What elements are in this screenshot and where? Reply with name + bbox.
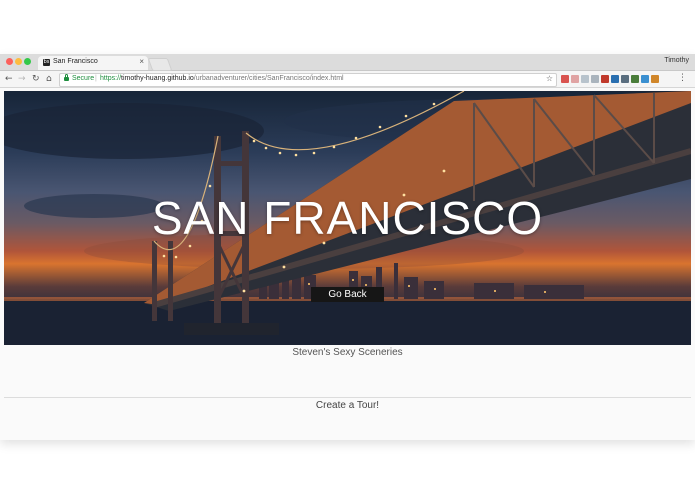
- forward-arrow-icon[interactable]: →: [18, 73, 26, 85]
- extension-5-icon[interactable]: [601, 75, 609, 83]
- tab-san-francisco[interactable]: bs San Francisco ×: [38, 56, 148, 70]
- extension-1-icon[interactable]: [561, 75, 569, 83]
- close-tab-icon[interactable]: ×: [139, 57, 144, 66]
- page-subtitle: Steven's Sexy Sceneries: [292, 347, 403, 358]
- tab-bar: bs San Francisco × Timothy: [0, 54, 695, 71]
- address-separator: |: [95, 75, 97, 82]
- back-arrow-icon[interactable]: ←: [5, 73, 13, 85]
- security-label: Secure: [72, 75, 95, 82]
- hero-banner: SAN FRANCISCO Go Back: [4, 91, 691, 345]
- address-bar[interactable]: Secure | https://timothy-huang.github.io…: [59, 73, 557, 87]
- tab-title: San Francisco: [53, 58, 98, 65]
- city-title: SAN FRANCISCO: [151, 192, 544, 244]
- extension-8-icon[interactable]: [631, 75, 639, 83]
- extension-3-icon[interactable]: [581, 75, 589, 83]
- create-tour-link[interactable]: Create a Tour!: [0, 400, 695, 411]
- home-icon[interactable]: ⌂: [46, 73, 52, 85]
- web-page: SAN FRANCISCO Go Back Steven's Sexy Scen…: [0, 89, 695, 440]
- browser-window: bs San Francisco × Timothy ← → ↻ ⌂ Secur…: [0, 54, 695, 440]
- extension-6-icon[interactable]: [611, 75, 619, 83]
- extension-9-icon[interactable]: [641, 75, 649, 83]
- close-window-button[interactable]: [6, 58, 13, 65]
- new-tab-button[interactable]: [147, 58, 173, 71]
- lock-icon: [64, 74, 69, 81]
- extension-7-icon[interactable]: [621, 75, 629, 83]
- extension-2-icon[interactable]: [571, 75, 579, 83]
- minimize-window-button[interactable]: [15, 58, 22, 65]
- divider: [4, 397, 691, 398]
- go-back-button[interactable]: Go Back: [311, 287, 384, 302]
- browser-toolbar: ← → ↻ ⌂ Secure | https://timothy-huang.g…: [0, 71, 695, 88]
- bootstrap-favicon-icon: bs: [43, 59, 50, 66]
- extension-4-icon[interactable]: [591, 75, 599, 83]
- url-path: /urbanadventurer/cities/SanFrancisco/ind…: [193, 75, 344, 82]
- profile-name[interactable]: Timothy: [664, 57, 689, 64]
- url-scheme: https://: [100, 75, 122, 82]
- menu-dots-icon[interactable]: ⋮: [678, 73, 687, 83]
- url-text[interactable]: https://timothy-huang.github.io/urbanadv…: [100, 75, 344, 82]
- bookmark-star-icon[interactable]: ☆: [546, 74, 553, 83]
- url-host: timothy-huang.github.io: [121, 75, 194, 82]
- extension-10-icon[interactable]: [651, 75, 659, 83]
- reload-icon[interactable]: ↻: [32, 73, 40, 85]
- maximize-window-button[interactable]: [24, 58, 31, 65]
